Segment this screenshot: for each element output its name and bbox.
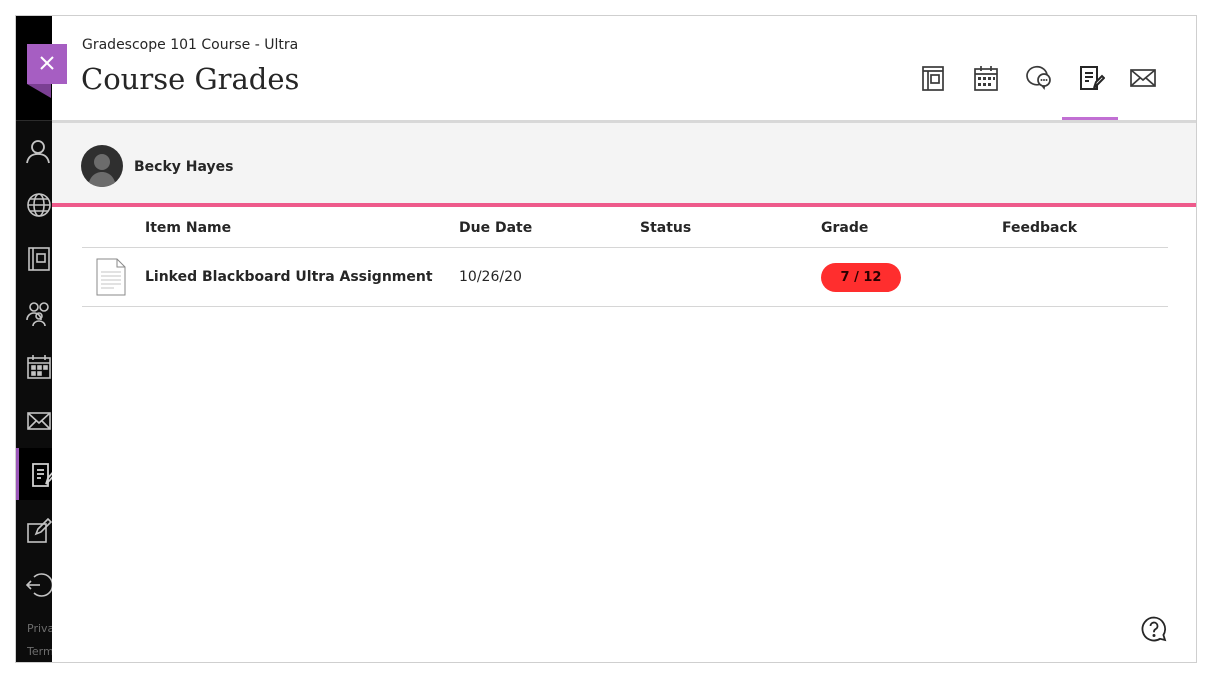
sign-out-nav-item[interactable] (24, 570, 52, 598)
grades-icon (1080, 66, 1105, 90)
column-header-due-date: Due Date (459, 220, 533, 236)
messages-icon (1130, 69, 1156, 87)
courses-nav-item[interactable] (24, 244, 52, 272)
discussions-icon (1026, 65, 1051, 91)
document-icon (96, 258, 126, 300)
terms-link[interactable]: Terms (27, 645, 52, 658)
mail-icon (27, 412, 51, 430)
grades-nav-item[interactable] (16, 448, 52, 500)
book-icon (28, 247, 50, 271)
edit-icon (27, 518, 52, 543)
grade-badge[interactable]: 7 / 12 (821, 263, 901, 292)
help-button[interactable] (1141, 616, 1167, 642)
person-icon (26, 140, 50, 164)
help-icon (1141, 616, 1167, 642)
table-row[interactable]: Linked Blackboard Ultra Assignment 10/26… (82, 248, 1168, 307)
calendar-icon (27, 355, 51, 379)
privacy-link[interactable]: Privacy (27, 622, 52, 635)
people-icon (26, 302, 49, 326)
left-nav-rail: Privacy Terms (16, 16, 52, 662)
calendar-nav-item[interactable] (24, 352, 52, 380)
due-date: 10/26/20 (459, 269, 522, 285)
organizations-nav-item[interactable] (24, 298, 52, 326)
page-title: Course Grades (81, 62, 300, 96)
column-header-item-name: Item Name (145, 220, 232, 236)
student-header: Becky Hayes (52, 123, 1196, 203)
calendar-tool[interactable] (972, 64, 1000, 92)
messages-nav-item[interactable] (24, 406, 52, 434)
course-content-tool[interactable] (919, 64, 947, 92)
item-name-link[interactable]: Linked Blackboard Ultra Assignment (145, 269, 433, 285)
discussions-tool[interactable] (1025, 64, 1053, 92)
table-header: Item Name Due Date Status Grade Feedback (82, 207, 1168, 248)
close-icon (40, 56, 54, 70)
institution-nav-item[interactable] (24, 190, 52, 218)
globe-icon (27, 193, 51, 217)
avatar (81, 145, 123, 187)
course-name: Gradescope 101 Course - Ultra (82, 37, 299, 53)
tools-nav-item[interactable] (24, 516, 52, 544)
close-panel-button[interactable] (27, 44, 67, 98)
grades-panel: Gradescope 101 Course - Ultra Course Gra… (52, 16, 1196, 662)
app-frame: Privacy Terms Gradescope 101 Course - Ul… (15, 15, 1197, 663)
student-name: Becky Hayes (134, 159, 234, 175)
column-header-feedback: Feedback (1002, 220, 1078, 236)
grades-table: Item Name Due Date Status Grade Feedback… (82, 207, 1168, 307)
column-header-grade: Grade (821, 220, 869, 236)
calendar-icon (974, 66, 998, 91)
profile-nav-item[interactable] (24, 136, 52, 164)
messages-tool[interactable] (1129, 64, 1157, 92)
column-header-status: Status (640, 220, 692, 236)
grades-tool[interactable] (1077, 64, 1105, 92)
course-content-icon (922, 66, 944, 91)
grades-icon (32, 463, 52, 487)
sign-out-icon (26, 573, 52, 597)
